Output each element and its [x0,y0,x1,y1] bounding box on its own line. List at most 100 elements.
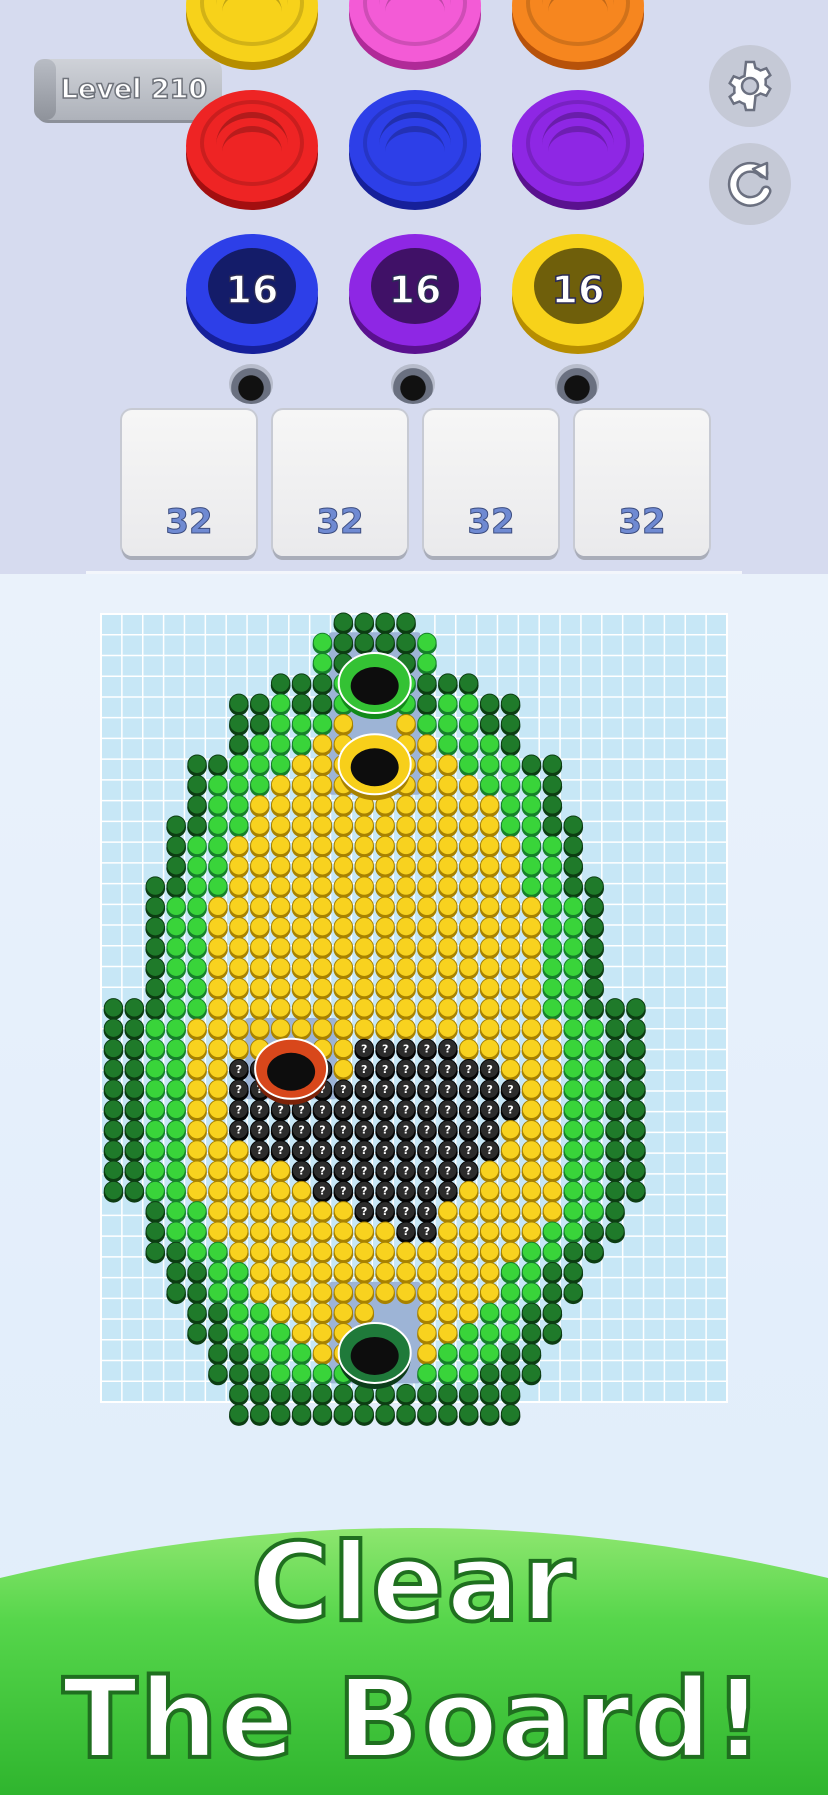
green-pin [208,856,228,876]
purple-coin[interactable]: 16 [349,234,481,354]
yellow-pin [250,1160,270,1180]
yellow-pin [208,1221,228,1241]
green-pin [521,835,542,856]
holding-slot[interactable]: 32 [424,410,558,556]
dark-green-pin [229,693,249,714]
green-pin [250,774,270,795]
yellow-pin [187,1180,207,1201]
yellow-coin[interactable] [186,0,318,70]
green-pin [229,1262,249,1282]
green-pin [166,1160,186,1180]
dark-green-pin [124,1119,145,1140]
dark-green-pin [229,734,249,754]
mystery-mark: ? [424,1124,430,1137]
green-pin [145,1119,165,1140]
yellow-pin [291,1221,312,1241]
yellow-pin [250,835,270,856]
red-coin[interactable] [186,90,318,210]
dark-green-pin [187,754,207,774]
green-pin [438,1363,458,1383]
mystery-mark: ? [445,1164,451,1177]
dark-green-pin [166,876,186,896]
coin-drop-hole [229,364,273,404]
yellow-pin [291,856,312,876]
yellow-pin [270,1018,291,1038]
dark-green-pin [145,977,165,998]
yellow-coin[interactable]: 16 [512,234,644,354]
coin-groove [222,126,282,178]
dark-green-pin [187,815,207,835]
magenta-coin[interactable] [349,0,481,70]
yellow-pin [291,815,312,835]
yellow-pin [479,1180,500,1201]
mystery-mark: ? [403,1063,409,1076]
mystery-mark: ? [319,1164,325,1177]
yellow-pin [312,1241,333,1262]
banner-title-line-2: The Board! [60,1653,766,1785]
settings-button[interactable] [709,45,791,127]
yellow-pin [291,835,312,856]
yellow-pin [208,1119,228,1140]
dark-green-pin [250,1404,270,1424]
yellow-pin [291,998,312,1018]
yellow-pin [250,937,270,957]
yellow-pin [354,1221,374,1241]
dark-green-pin [124,1018,145,1038]
yellow-pin [375,916,395,937]
yellow-pin [396,977,416,998]
yellow-pin [459,1038,479,1059]
dark-green-pin [187,795,207,815]
dark-green-pin [584,998,604,1018]
dark-green-pin [354,1404,374,1424]
green-pin [563,1160,583,1180]
yellow-pin [229,835,249,856]
yellow-pin [479,1262,500,1282]
blue-coin[interactable] [349,90,481,210]
dark-green-pin [605,1038,625,1059]
green-pin [500,774,521,795]
yellow-pin [312,795,333,815]
yellow-pin [417,916,437,937]
yellow-pin [187,1119,207,1140]
dark-green-pin [187,1282,207,1302]
dark-green-pin [396,1404,416,1424]
mystery-mark: ? [445,1144,451,1157]
yellow-pin [521,1059,542,1079]
holding-slot[interactable]: 32 [273,410,407,556]
green-pin [166,1180,186,1201]
yellow-pin [396,957,416,977]
yellow-pin [208,977,228,998]
restart-button[interactable] [709,143,791,225]
yellow-pin [250,998,270,1018]
yellow-pin [375,1018,395,1038]
dark-green-pin [291,1383,312,1404]
holding-slot[interactable]: 32 [122,410,256,556]
yellow-pin [396,835,416,856]
yellow-pin [270,1180,291,1201]
green-pin [145,1059,165,1079]
green-pin [563,1038,583,1059]
green-pin [521,1262,542,1282]
holding-slot[interactable]: 32 [575,410,709,556]
coin-groove [548,126,608,178]
yellow-pin [270,1302,291,1323]
yellow-pin [208,1059,228,1079]
yellow-pin [459,835,479,856]
yellow-pin [375,815,395,835]
yellow-pin [270,815,291,835]
yellow-pin [438,1302,458,1323]
orange-coin[interactable] [512,0,644,70]
yellow-pin [291,1201,312,1221]
dark-green-pin [124,1140,145,1160]
purple-coin[interactable] [512,90,644,210]
dark-green-pin [417,673,437,693]
blue-coin[interactable]: 16 [186,234,318,354]
yellow-pin [354,1302,374,1323]
dark-green-pin [270,1383,291,1404]
yellow-pin [312,957,333,977]
yellow-pin [270,977,291,998]
yellow-pin [438,876,458,896]
green-pin [312,653,333,673]
yellow-pin [438,896,458,917]
yellow-pin [417,835,437,856]
